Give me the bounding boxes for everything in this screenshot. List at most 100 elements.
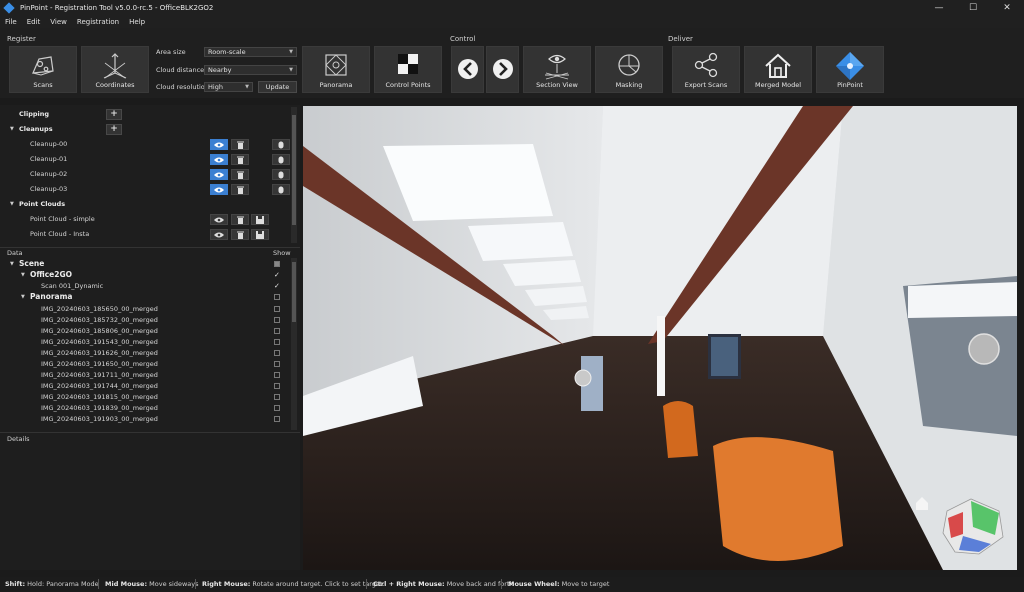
- list-item[interactable]: Cleanup-03: [0, 183, 290, 195]
- cloud-resolution-select[interactable]: High ▼: [204, 82, 253, 92]
- menu-help[interactable]: Help: [124, 18, 150, 26]
- show-checkbox[interactable]: [274, 306, 280, 312]
- data-scrollbar[interactable]: [291, 258, 297, 430]
- visibility-toggle[interactable]: [210, 154, 228, 165]
- list-item[interactable]: Cleanup-02: [0, 168, 290, 180]
- section-view-button[interactable]: Section View: [523, 46, 591, 93]
- status-key: Shift:: [5, 580, 26, 588]
- trash-icon: [236, 141, 244, 149]
- mouse-icon: [278, 156, 284, 163]
- point-clouds-row[interactable]: ▼ Point Clouds: [0, 198, 290, 210]
- data-header: Data: [7, 249, 23, 257]
- scroll-thumb[interactable]: [292, 115, 296, 225]
- show-checkbox[interactable]: [274, 261, 280, 267]
- status-text: Hold: Panorama Mode: [27, 580, 99, 588]
- show-checkbox[interactable]: [274, 350, 280, 356]
- status-hint-ctrl-right-mouse: Ctrl + Right Mouse: Move back and forth: [373, 580, 514, 588]
- add-cleanup-button[interactable]: +: [106, 124, 122, 135]
- panorama-image[interactable]: [303, 106, 1017, 570]
- list-item[interactable]: Cleanup-01: [0, 153, 290, 165]
- delete-button[interactable]: [231, 229, 249, 240]
- show-checkbox[interactable]: [274, 317, 280, 323]
- show-checkbox[interactable]: [274, 361, 280, 367]
- list-item[interactable]: Cleanup-00: [0, 138, 290, 150]
- visibility-toggle[interactable]: [210, 229, 228, 240]
- update-button[interactable]: Update: [258, 81, 297, 93]
- chevron-down-icon: ▼: [289, 67, 293, 73]
- delete-button[interactable]: [231, 184, 249, 195]
- cleanups-row[interactable]: ▼ Cleanups +: [0, 123, 290, 135]
- save-button[interactable]: [251, 214, 269, 225]
- previous-button[interactable]: [451, 46, 484, 93]
- show-checkbox[interactable]: [274, 383, 280, 389]
- trash-icon: [236, 216, 244, 224]
- save-icon: [256, 230, 264, 239]
- delete-button[interactable]: [231, 214, 249, 225]
- visibility-toggle[interactable]: [210, 184, 228, 195]
- control-points-button[interactable]: Control Points: [374, 46, 442, 93]
- point-clouds-label: Point Clouds: [19, 200, 66, 208]
- add-clipping-button[interactable]: +: [106, 109, 122, 120]
- list-item[interactable]: Point Cloud - simple: [0, 213, 290, 225]
- scroll-thumb[interactable]: [292, 262, 296, 322]
- close-button[interactable]: ✕: [990, 0, 1024, 16]
- pinpoint-button[interactable]: PinPoint: [816, 46, 884, 93]
- show-checkbox[interactable]: [274, 328, 280, 334]
- eye-icon: [214, 187, 224, 192]
- minimize-button[interactable]: —: [922, 0, 956, 16]
- masking-button[interactable]: Masking: [595, 46, 663, 93]
- chevron-down-icon: ▼: [289, 49, 293, 55]
- show-checkbox[interactable]: [274, 372, 280, 378]
- menu-file[interactable]: File: [0, 18, 22, 26]
- chevron-down-icon[interactable]: ▼: [10, 123, 14, 135]
- show-checkbox[interactable]: [274, 394, 280, 400]
- tools-scrollbar[interactable]: [291, 107, 297, 243]
- list-item[interactable]: Point Cloud - Insta: [0, 228, 290, 240]
- delete-button[interactable]: [231, 154, 249, 165]
- menu-registration[interactable]: Registration: [72, 18, 124, 26]
- visibility-toggle[interactable]: [210, 169, 228, 180]
- cleanups-label: Cleanups: [19, 125, 53, 133]
- panorama-label: Panorama: [30, 292, 73, 301]
- pick-button[interactable]: [272, 169, 290, 180]
- show-checkbox[interactable]: [274, 339, 280, 345]
- clipping-row[interactable]: Clipping +: [0, 108, 290, 120]
- export-scans-label: Export Scans: [684, 81, 728, 89]
- chevron-down-icon[interactable]: ▼: [10, 198, 14, 210]
- export-scans-button[interactable]: Export Scans: [672, 46, 740, 93]
- visibility-toggle[interactable]: [210, 139, 228, 150]
- visibility-toggle[interactable]: [210, 214, 228, 225]
- pick-button[interactable]: [272, 154, 290, 165]
- section-view-label: Section View: [536, 81, 578, 89]
- area-size-select[interactable]: Room-scale ▼: [204, 47, 297, 57]
- status-hint-shift: Shift: Hold: Panorama Mode: [5, 580, 99, 588]
- coordinates-label: Coordinates: [95, 81, 135, 89]
- coordinates-button[interactable]: Coordinates: [81, 46, 149, 93]
- panorama-viewport[interactable]: [303, 106, 1017, 570]
- cloud-distances-select[interactable]: Nearby ▼: [204, 65, 297, 75]
- chevron-down-icon[interactable]: ▼: [21, 291, 25, 303]
- eye-icon: [214, 157, 224, 162]
- show-checkbox[interactable]: [274, 416, 280, 422]
- cleanup-label: Cleanup-01: [30, 155, 68, 163]
- details-panel: Details: [0, 432, 300, 571]
- save-button[interactable]: [251, 229, 269, 240]
- next-button[interactable]: [486, 46, 519, 93]
- mouse-icon: [278, 141, 284, 148]
- delete-button[interactable]: [231, 139, 249, 150]
- status-separator: [501, 579, 502, 589]
- show-checkbox[interactable]: [274, 405, 280, 411]
- panorama-row[interactable]: ▼ Panorama: [0, 291, 290, 303]
- scans-button[interactable]: Scans: [9, 46, 77, 93]
- merged-model-button[interactable]: Merged Model: [744, 46, 812, 93]
- eye-icon: [214, 142, 224, 147]
- menu-edit[interactable]: Edit: [22, 18, 46, 26]
- maximize-button[interactable]: ☐: [956, 0, 990, 16]
- panorama-button[interactable]: Panorama: [302, 46, 370, 93]
- pick-button[interactable]: [272, 184, 290, 195]
- table-row[interactable]: IMG_20240603_191903_00_merged: [0, 413, 290, 425]
- delete-button[interactable]: [231, 169, 249, 180]
- menu-view[interactable]: View: [45, 18, 72, 26]
- show-checkbox[interactable]: [274, 294, 280, 300]
- pick-button[interactable]: [272, 139, 290, 150]
